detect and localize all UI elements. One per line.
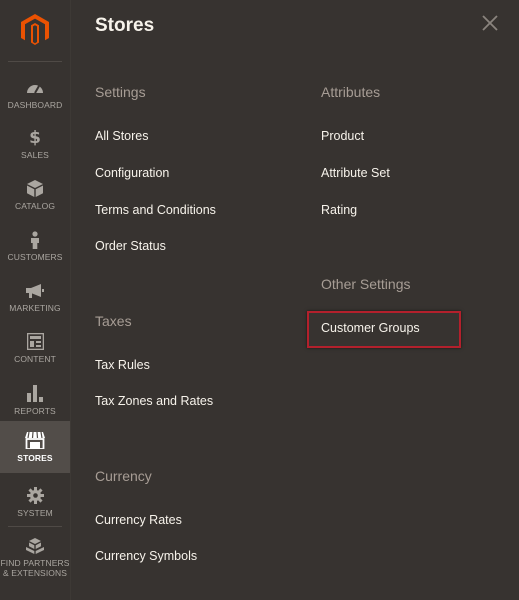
link-all-stores[interactable]: All Stores xyxy=(95,129,149,143)
sidebar-item-label: Find Partners & Extensions xyxy=(0,558,70,578)
dollar-glyph: $ xyxy=(29,127,41,148)
close-icon xyxy=(482,15,498,31)
sidebar-item-system[interactable]: System xyxy=(0,476,70,528)
sidebar-item-stores[interactable]: Stores xyxy=(0,421,70,473)
sidebar-item-catalog[interactable]: Catalog xyxy=(0,169,70,221)
sidebar-item-label: Reports xyxy=(14,406,56,416)
cubes-icon xyxy=(26,536,44,555)
sidebar-item-sales[interactable]: $ Sales xyxy=(0,118,70,170)
link-currency-symbols[interactable]: Currency Symbols xyxy=(95,549,197,563)
sidebar-item-customers[interactable]: Customers xyxy=(0,220,70,272)
layout-icon xyxy=(26,332,44,351)
sidebar-item-label: Sales xyxy=(21,150,49,160)
link-tax-rules[interactable]: Tax Rules xyxy=(95,358,150,372)
link-customer-groups[interactable]: Customer Groups xyxy=(321,321,420,335)
dollar-icon: $ xyxy=(29,127,41,148)
megaphone-icon xyxy=(26,281,44,300)
section-title-taxes: Taxes xyxy=(95,313,132,329)
sidebar-item-marketing[interactable]: Marketing xyxy=(0,271,70,323)
sidebar-item-label: Content xyxy=(14,354,56,364)
dashboard-icon xyxy=(26,78,44,97)
sidebar-item-label: System xyxy=(17,508,53,518)
section-title-settings: Settings xyxy=(95,84,146,100)
sidebar-item-label: Marketing xyxy=(9,303,61,313)
link-configuration[interactable]: Configuration xyxy=(95,166,169,180)
link-rating[interactable]: Rating xyxy=(321,203,357,217)
sidebar-item-partners[interactable]: Find Partners & Extensions xyxy=(0,526,70,586)
person-icon xyxy=(30,230,40,249)
box-icon xyxy=(27,179,43,198)
sidebar-item-dashboard[interactable]: Dashboard xyxy=(0,68,70,120)
link-tax-zones-and-rates[interactable]: Tax Zones and Rates xyxy=(95,394,213,408)
link-order-status[interactable]: Order Status xyxy=(95,239,166,253)
gear-icon xyxy=(26,486,44,505)
sidebar-item-label: Catalog xyxy=(14,201,56,211)
link-attribute-set[interactable]: Attribute Set xyxy=(321,166,390,180)
magento-logo-icon xyxy=(21,14,49,45)
sidebar-item-label: Stores xyxy=(17,453,53,463)
link-terms-and-conditions[interactable]: Terms and Conditions xyxy=(95,203,216,217)
section-title-other-settings: Other Settings xyxy=(321,276,411,292)
bar-chart-icon xyxy=(27,384,43,403)
link-product[interactable]: Product xyxy=(321,129,364,143)
admin-sidebar: Dashboard $ Sales Catalog Customers Mark… xyxy=(0,0,70,600)
section-title-attributes: Attributes xyxy=(321,84,381,100)
sidebar-item-label: Customers xyxy=(7,252,63,262)
close-button[interactable] xyxy=(481,14,499,32)
sidebar-item-content[interactable]: Content xyxy=(0,322,70,374)
logo-divider xyxy=(8,61,62,62)
magento-logo[interactable] xyxy=(0,0,70,60)
stores-flyout-panel: Stores Settings All Stores Configuration… xyxy=(70,0,519,600)
panel-title: Stores xyxy=(95,15,155,36)
section-title-currency: Currency xyxy=(95,468,152,484)
sidebar-item-label: Dashboard xyxy=(7,100,63,110)
storefront-icon xyxy=(25,431,45,450)
sidebar-item-reports[interactable]: Reports xyxy=(0,374,70,426)
link-currency-rates[interactable]: Currency Rates xyxy=(95,513,182,527)
